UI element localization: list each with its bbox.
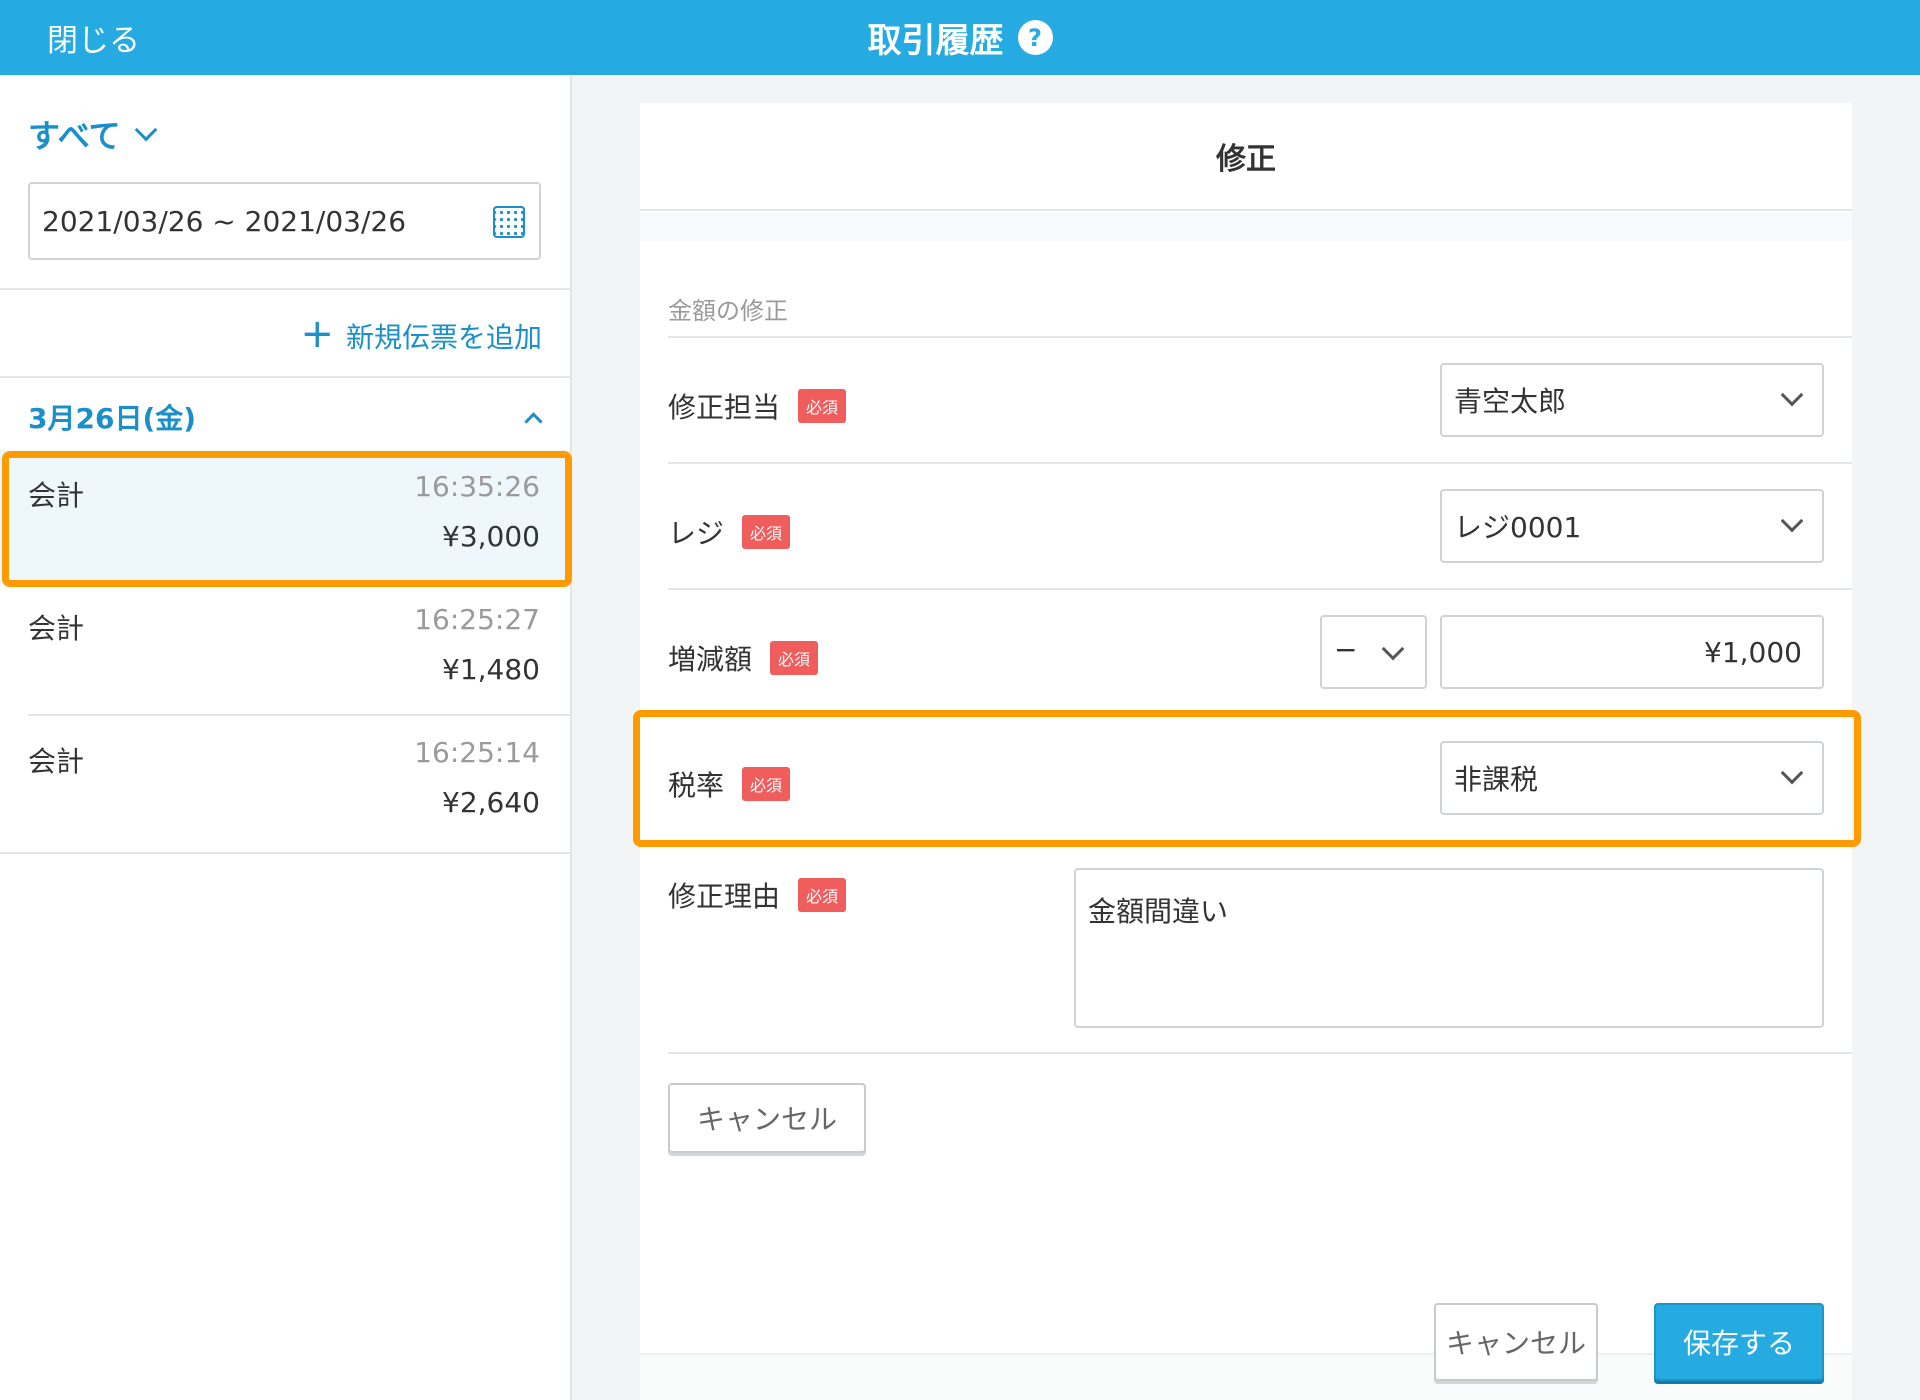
top-bar: 閉じる 取引履歴 ?: [0, 0, 1920, 75]
staff-label-group: 修正担当 必須: [668, 386, 847, 426]
form-title: 修正: [1216, 142, 1276, 177]
detail-area: 修正 金額の修正 修正担当 必須 青空太郎 レジ 必須 レジ0001 増減額 必…: [572, 75, 1920, 1400]
transaction-item[interactable]: 会計 16:25:27 ¥1,480: [0, 583, 570, 716]
chevron-up-icon: [524, 411, 543, 431]
section-label: 金額の修正: [668, 297, 788, 325]
transaction-time: 16:25:27: [414, 603, 540, 636]
date-range-value: 2021/03/26 ~ 2021/03/26: [42, 204, 407, 238]
filter-label: すべて: [28, 117, 121, 155]
amount-label-group: 増減額 必須: [668, 638, 819, 678]
divider: [0, 852, 570, 854]
required-badge: 必須: [742, 767, 791, 801]
staff-label: 修正担当: [668, 391, 781, 424]
tax-rate-label-group: 税率 必須: [668, 764, 791, 804]
add-slip-label: 新規伝票を追加: [345, 321, 542, 354]
card-gap: [640, 213, 1852, 241]
title-wrap: 取引履歴 ?: [0, 13, 1920, 62]
chevron-down-icon: [135, 118, 158, 142]
transaction-label: 会計: [28, 612, 85, 645]
tax-rate-select[interactable]: 非課税: [1440, 741, 1824, 815]
required-badge: 必須: [770, 641, 819, 675]
reason-label-group: 修正理由 必須: [668, 875, 847, 915]
page-title: 取引履歴: [867, 21, 1004, 61]
transaction-time: 16:35:26: [414, 470, 540, 503]
calendar-icon[interactable]: [493, 206, 525, 238]
divider: [668, 588, 1852, 590]
required-badge: 必須: [742, 515, 791, 549]
transaction-list-panel: すべて 2021/03/26 ~ 2021/03/26 + 新規伝票を追加 3月…: [0, 75, 572, 1400]
tax-rate-label: 税率: [668, 769, 725, 802]
save-button[interactable]: 保存する: [1654, 1303, 1824, 1381]
sign-select[interactable]: −: [1320, 615, 1427, 689]
transaction-label: 会計: [28, 479, 85, 512]
amount-input[interactable]: ¥1,000: [1440, 615, 1824, 689]
transaction-item[interactable]: 会計 16:25:14 ¥2,640: [0, 716, 570, 849]
required-badge: 必須: [798, 389, 847, 423]
date-range-field[interactable]: 2021/03/26 ~ 2021/03/26: [28, 182, 541, 260]
edit-form-card: 修正 金額の修正 修正担当 必須 青空太郎 レジ 必須 レジ0001 増減額 必…: [640, 103, 1852, 1400]
chevron-down-icon: [1780, 509, 1804, 533]
chevron-down-icon: [1780, 761, 1804, 785]
required-badge: 必須: [798, 878, 847, 912]
register-select[interactable]: レジ0001: [1440, 489, 1824, 563]
staff-value: 青空太郎: [1454, 385, 1567, 418]
question-icon[interactable]: ?: [1017, 20, 1053, 55]
inline-cancel-button[interactable]: キャンセル: [668, 1083, 866, 1153]
transaction-amount: ¥2,640: [442, 786, 540, 819]
transaction-label: 会計: [28, 745, 85, 778]
divider: [0, 376, 570, 378]
reason-textarea[interactable]: 金額間違い: [1074, 868, 1824, 1028]
chevron-down-icon: [1381, 637, 1405, 661]
transaction-item[interactable]: 会計 16:35:26 ¥3,000: [0, 450, 570, 583]
register-label-group: レジ 必須: [668, 512, 791, 552]
register-label: レジ: [668, 517, 725, 550]
divider: [668, 1052, 1852, 1054]
chevron-down-icon: [1780, 383, 1804, 407]
reason-label: 修正理由: [668, 880, 781, 913]
add-slip-button[interactable]: + 新規伝票を追加: [300, 311, 542, 357]
card-header: 修正: [640, 103, 1852, 211]
amount-label: 増減額: [668, 643, 753, 676]
staff-select[interactable]: 青空太郎: [1440, 363, 1824, 437]
amount-value: ¥1,000: [1704, 635, 1802, 669]
plus-icon: +: [300, 311, 334, 357]
tax-rate-value: 非課税: [1454, 763, 1539, 796]
divider: [668, 336, 1852, 338]
transaction-amount: ¥3,000: [442, 520, 540, 553]
filter-dropdown[interactable]: すべて: [28, 111, 158, 157]
divider: [0, 288, 570, 290]
sign-value: −: [1334, 633, 1358, 666]
register-value: レジ0001: [1454, 511, 1582, 544]
transaction-time: 16:25:14: [414, 736, 540, 769]
cancel-button[interactable]: キャンセル: [1434, 1303, 1598, 1381]
divider: [668, 462, 1852, 464]
transaction-amount: ¥1,480: [442, 653, 540, 686]
day-group-header[interactable]: 3月26日(金): [28, 397, 546, 437]
divider: [668, 715, 1852, 717]
day-label: 3月26日(金): [28, 402, 197, 435]
